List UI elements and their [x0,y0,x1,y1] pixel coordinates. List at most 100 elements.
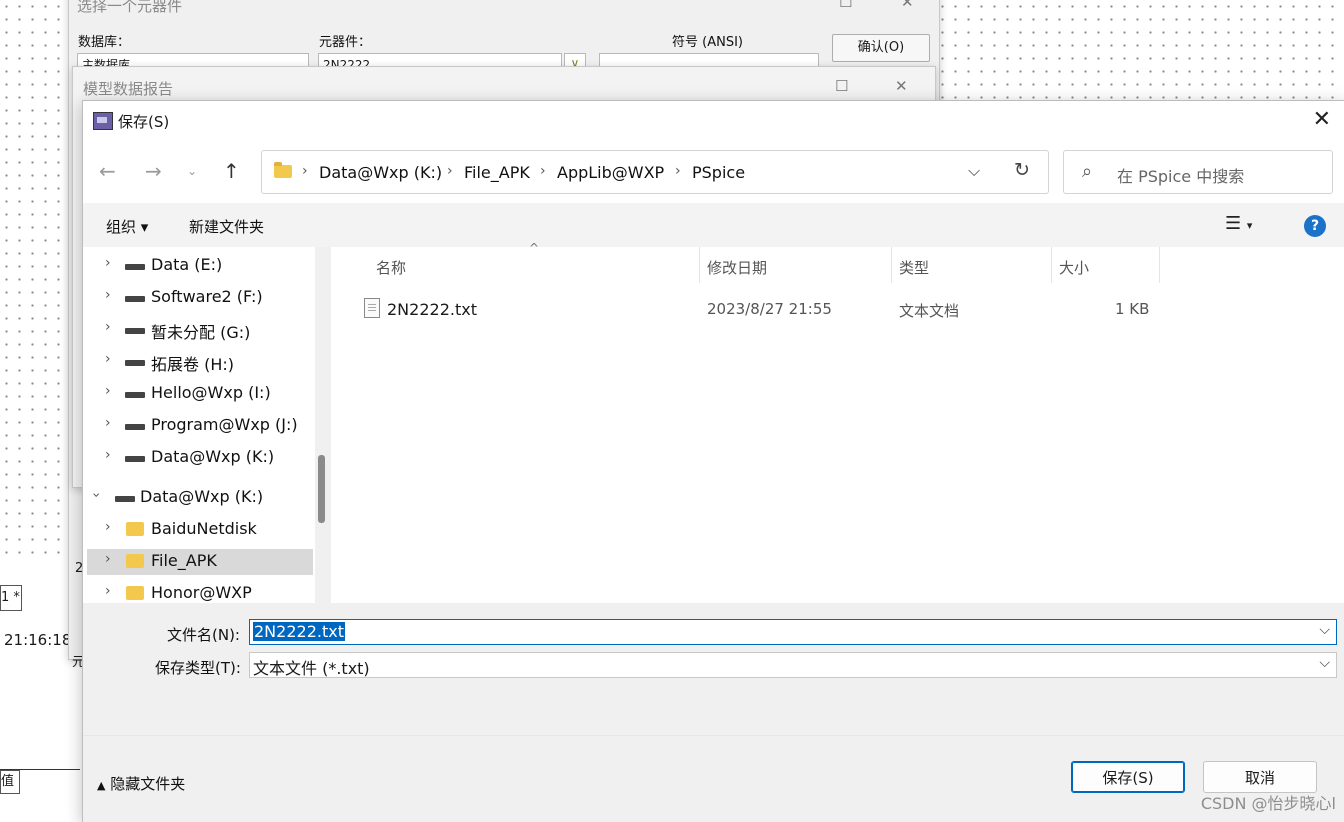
bg-tab-2[interactable]: 值 [0,770,20,794]
organize-button[interactable]: 组织 ▾ [106,216,148,237]
folder-icon [274,162,292,178]
nav-item-drive[interactable]: › Data (E:) [87,253,313,279]
file-row[interactable]: 2N2222.txt 2023/8/27 21:55 文本文档 1 KB [331,295,1343,325]
view-options-icon[interactable]: ☰ ▾ [1225,213,1252,234]
chevron-right-icon[interactable]: › [105,383,111,399]
chevron-down-icon[interactable]: › [88,492,104,498]
column-divider[interactable] [1159,247,1160,283]
chevron-right-icon[interactable]: › [105,583,111,599]
column-divider[interactable] [699,247,700,283]
maximize-icon[interactable]: ☐ [839,0,852,11]
maximize-icon[interactable]: ☐ [835,77,848,95]
nav-item-label: Honor@WXP [151,583,252,602]
nav-item-folder[interactable]: › BaiduNetdisk [87,517,313,543]
file-name: 2N2222.txt [387,300,477,319]
nav-scrollbar[interactable] [315,247,331,603]
recent-chevron-icon[interactable]: ⌄ [187,164,197,178]
filetype-select[interactable]: 文本文件 (*.txt) ⌵ [249,652,1337,678]
navigation-pane: › Data (E:) › Software2 (F:) › 暂未分配 (G:)… [83,247,313,603]
close-icon[interactable]: ✕ [895,77,908,95]
cancel-button[interactable]: 取消 [1203,761,1317,793]
filename-input[interactable]: 2N2222.txt ⌵ [249,619,1337,645]
drive-icon [125,360,145,366]
breadcrumb-item[interactable]: Data@Wxp (K:) [319,163,442,182]
hide-folders-label: 隐藏文件夹 [110,775,186,793]
close-icon[interactable]: ✕ [901,0,914,11]
save-options-panel: 文件名(N): 2N2222.txt ⌵ 保存类型(T): 文本文件 (*.tx… [83,603,1344,822]
filetype-value: 文本文件 (*.txt) [253,659,370,678]
chevron-right-icon[interactable]: › [105,255,111,271]
column-header-name[interactable]: 名称 [376,257,406,278]
drive-icon [115,496,135,502]
chevron-right-icon[interactable]: › [105,519,111,535]
column-header-type[interactable]: 类型 [899,257,929,278]
column-header-size[interactable]: 大小 [1059,257,1089,278]
nav-item-label: Data@Wxp (K:) [151,447,275,466]
nav-item-drive[interactable]: › 暂未分配 (G:) [87,317,313,343]
chevron-right-icon[interactable]: › [105,415,111,431]
chevron-right-icon[interactable]: › [105,287,111,303]
file-list: ^ 名称 修改日期 类型 大小 2N2222.txt 2023/8/27 21:… [331,241,1343,603]
nav-item-label: Data@Wxp (K:) [140,487,264,506]
bg-timestamp: 21:16:18 [4,631,72,649]
chevron-up-icon: ▲ [97,779,106,792]
up-arrow-icon[interactable]: ↑ [223,159,240,183]
nav-item-drive[interactable]: › 拓展卷 (H:) [87,349,313,375]
filetype-label: 保存类型(T): [155,659,241,677]
hide-folders-toggle[interactable]: ▲ 隐藏文件夹 [97,773,185,794]
nav-item-drive[interactable]: › Software2 (F:) [87,285,313,311]
chevron-right-icon[interactable]: › [105,319,111,335]
nav-item-folder-selected[interactable]: › File_APK [87,549,313,575]
breadcrumb-item[interactable]: AppLib@WXP [557,163,664,182]
column-divider[interactable] [891,247,892,283]
scrollbar-thumb[interactable] [318,455,325,523]
chevron-down-icon[interactable]: ⌵ [968,161,980,181]
filename-value: 2N2222.txt [253,622,345,641]
search-placeholder: 在 PSpice 中搜索 [1117,167,1245,186]
refresh-icon[interactable]: ↻ [1014,159,1030,181]
new-folder-button[interactable]: 新建文件夹 [189,216,264,237]
folder-icon [126,522,144,536]
folder-icon [126,554,144,568]
nav-item-drive-expanded[interactable]: › Data@Wxp (K:) [87,485,313,511]
back-arrow-icon[interactable]: ← [99,159,116,183]
save-dialog-title: 保存(S) [118,113,170,131]
chevron-right-icon[interactable]: › [105,447,111,463]
command-bar: 组织 ▾ 新建文件夹 ☰ ▾ ? [83,203,1344,247]
column-header-modified[interactable]: 修改日期 [707,257,767,278]
symbol-label: 符号 (ANSI) [672,35,743,50]
help-icon[interactable]: ? [1304,215,1326,237]
nav-item-label: 暂未分配 (G:) [151,323,251,342]
breadcrumb-item[interactable]: File_APK [464,163,530,182]
model-report-title: 模型数据报告 [83,80,174,98]
nav-item-drive[interactable]: › Program@Wxp (J:) [87,413,313,439]
chevron-down-icon[interactable]: ⌵ [1319,655,1330,671]
part-label: 元器件： [319,35,372,50]
close-icon[interactable]: ✕ [1313,107,1331,132]
forward-arrow-icon[interactable]: → [145,159,162,183]
chevron-right-icon[interactable]: › [105,551,111,567]
nav-item-label: Software2 (F:) [151,287,263,306]
file-modified: 2023/8/27 21:55 [707,300,832,318]
save-dialog-titlebar: 保存(S) ✕ [83,101,1344,141]
breadcrumb-separator: › [675,163,681,179]
breadcrumb-item[interactable]: PSpice [692,163,745,182]
ok-button[interactable]: 确认(O) [832,34,930,62]
breadcrumb-separator: › [302,163,308,179]
nav-item-folder[interactable]: › Honor@WXP [87,581,313,603]
watermark: CSDN @怡步晓心l [1200,794,1336,813]
nav-item-drive[interactable]: › Hello@Wxp (I:) [87,381,313,407]
drive-icon [125,296,145,302]
search-box[interactable]: ⌕ 在 PSpice 中搜索 [1063,150,1333,194]
address-bar[interactable]: › Data@Wxp (K:) › File_APK › AppLib@WXP … [261,150,1049,194]
chevron-right-icon[interactable]: › [105,351,111,367]
bg-tab[interactable]: 1 * [0,585,22,611]
column-divider[interactable] [1051,247,1052,283]
nav-item-drive[interactable]: › Data@Wxp (K:) [87,445,313,471]
save-button[interactable]: 保存(S) [1071,761,1185,793]
filename-label: 文件名(N): [167,626,240,644]
library-label: 数据库： [78,35,131,50]
drive-icon [125,456,145,462]
nav-item-label: BaiduNetdisk [151,519,257,538]
chevron-down-icon[interactable]: ⌵ [1319,622,1330,638]
